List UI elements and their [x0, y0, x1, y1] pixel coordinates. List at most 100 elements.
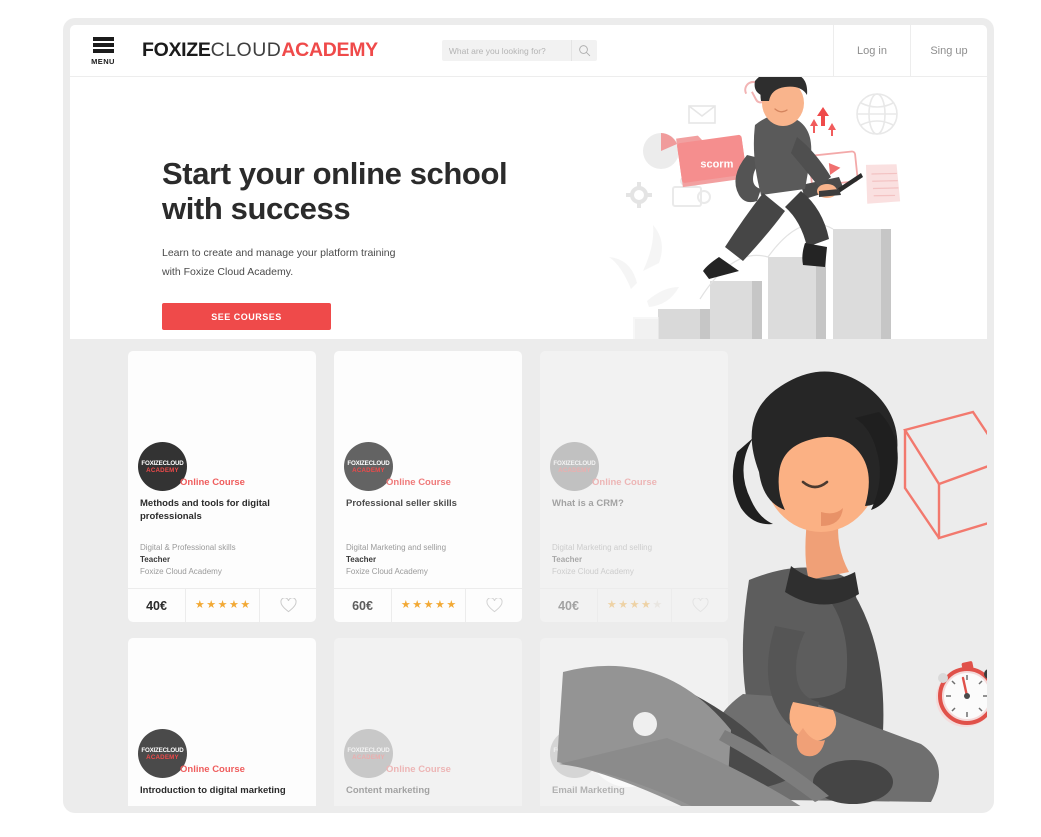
course-card[interactable]: FOXIZECLOUD ACADEMY Online Course Conten… [334, 638, 522, 806]
courses-section: FOXIZECLOUD ACADEMY Online Course Method… [70, 339, 987, 806]
course-card-body: FOXIZECLOUD ACADEMY Online Course Introd… [128, 638, 316, 806]
star-icon: ★ [606, 599, 617, 611]
course-grid: FOXIZECLOUD ACADEMY Online Course Method… [128, 351, 987, 806]
star-icon: ★ [629, 599, 640, 611]
hero-title-line1: Start your online school [162, 156, 508, 191]
star-icon: ★ [423, 599, 434, 611]
course-card[interactable]: FOXIZECLOUD ACADEMY Online Course Method… [128, 351, 316, 622]
course-rating[interactable]: ★ ★ ★ ★ ★ [185, 589, 260, 622]
favorite-button[interactable] [672, 589, 728, 622]
pie-chart-icon [643, 133, 679, 169]
course-title: Introduction to digital marketing [140, 785, 286, 796]
course-meta: Digital Marketing and selling Teacher Fo… [346, 542, 510, 578]
course-teacher-name: Foxize Cloud Academy [346, 567, 428, 576]
hero-subtitle: Learn to create and manage your platform… [162, 244, 582, 281]
see-courses-button[interactable]: SEE COURSES [162, 303, 331, 331]
course-badge-row: FOXIZECLOUD ACADEMY Online Course [344, 729, 451, 778]
course-badge-row: FOXIZECLOUD ACADEMY Online Course [550, 442, 657, 491]
signup-button[interactable]: Sing up [910, 25, 987, 76]
brand-badge-line1: FOXIZECLOUD [347, 459, 390, 467]
course-teacher-label: Teacher [140, 555, 171, 564]
favorite-button[interactable] [466, 589, 522, 622]
course-title: Methods and tools for digital profession… [140, 498, 270, 522]
course-category: Digital & Professional skills [140, 543, 236, 552]
course-badge-row: FOXIZECLOUD ACADEMY Online Course [138, 442, 245, 491]
course-rating[interactable]: ★ ★ ★ ★ ★ [391, 589, 466, 622]
star-icon: ★ [434, 599, 445, 611]
course-type-label: Online Course [386, 477, 451, 488]
header-spacer [597, 25, 833, 76]
course-teacher-label: Teacher [552, 555, 583, 564]
course-badge-row: FOXIZECLOUD ACADEMY Online Course [138, 729, 245, 778]
course-type-label: Online Course [386, 764, 451, 775]
course-card-body: FOXIZECLOUD ACADEMY Online Course What i… [540, 351, 728, 588]
search-area [441, 25, 597, 76]
browser-frame: MENU FOXIZECLOUDACADEMY Log in [63, 18, 994, 813]
course-badge-row: FOXIZECLOUD ACADEMY Online Course [344, 442, 451, 491]
brand-badge-line2: ACADEMY [558, 753, 591, 761]
star-icon: ★ [217, 599, 228, 611]
menu-button[interactable]: MENU [70, 25, 136, 76]
svg-text:scorm: scorm [700, 159, 733, 171]
site-logo[interactable]: FOXIZE CLOUD ACADEMY [142, 25, 378, 76]
course-teacher-name: Foxize Cloud Academy [140, 567, 222, 576]
brand-badge-line1: FOXIZECLOUD [553, 746, 596, 754]
logo-part-cloud: CLOUD [210, 39, 282, 61]
course-teacher-name: Foxize Cloud Academy [552, 567, 634, 576]
course-card-body: FOXIZECLOUD ACADEMY Online Course Conten… [334, 638, 522, 806]
menu-button-label: MENU [91, 56, 115, 66]
course-type-label: Online Course [180, 764, 245, 775]
search-button[interactable] [570, 40, 597, 61]
course-category: Digital Marketing and selling [346, 543, 447, 552]
course-title: Email Marketing [552, 785, 625, 796]
star-icon: ★ [446, 599, 457, 611]
course-price: 40€ [558, 598, 579, 613]
star-icon: ★ [652, 599, 663, 611]
star-icon: ★ [194, 599, 205, 611]
hero-text-block: Start your online school with success Le… [162, 156, 582, 331]
course-meta: Digital Marketing and selling Teacher Fo… [552, 542, 716, 578]
document-icon [865, 164, 901, 204]
heart-outline-icon [486, 598, 502, 613]
course-card[interactable]: FOXIZECLOUD ACADEMY Online Course Introd… [128, 638, 316, 806]
star-icon: ★ [412, 599, 423, 611]
heart-outline-icon [692, 598, 708, 613]
star-icon: ★ [618, 599, 629, 611]
bar-chart-steps [635, 229, 891, 339]
brand-badge-line1: FOXIZECLOUD [141, 746, 184, 754]
brand-badge-line2: ACADEMY [146, 466, 179, 474]
course-type-label: Online Course [592, 764, 657, 775]
search-box[interactable] [441, 40, 597, 61]
course-card-body: FOXIZECLOUD ACADEMY Online Course Method… [128, 351, 316, 588]
hero-subtitle-line1: Learn to create and manage your platform… [162, 247, 396, 260]
course-card-body: FOXIZECLOUD ACADEMY Online Course Email … [540, 638, 728, 806]
brand-badge-line2: ACADEMY [352, 466, 385, 474]
course-card-footer: 60€ ★ ★ ★ ★ ★ [334, 588, 522, 622]
star-icon: ★ [228, 599, 239, 611]
favorite-button[interactable] [260, 589, 316, 622]
globe-icon [856, 93, 898, 135]
course-card[interactable]: FOXIZECLOUD ACADEMY Online Course Email … [540, 638, 728, 806]
search-input[interactable] [441, 45, 571, 56]
gear-icon [626, 182, 652, 208]
brand-badge-line1: FOXIZECLOUD [347, 746, 390, 754]
login-button[interactable]: Log in [833, 25, 910, 76]
course-price: 40€ [146, 598, 167, 613]
star-icon: ★ [240, 599, 251, 611]
brand-badge-line2: ACADEMY [558, 466, 591, 474]
course-rating[interactable]: ★ ★ ★ ★ ★ [597, 589, 672, 622]
envelope-icon [688, 105, 716, 124]
logo-part-academy: ACADEMY [281, 39, 378, 61]
course-card[interactable]: FOXIZECLOUD ACADEMY Online Course What i… [540, 351, 728, 622]
growth-arrows-icon [810, 107, 836, 136]
course-card-footer: 40€ ★ ★ ★ ★ ★ [540, 588, 728, 622]
hero-section: Start your online school with success Le… [70, 77, 987, 339]
brand-badge-line2: ACADEMY [352, 753, 385, 761]
hero-title: Start your online school with success [162, 156, 582, 226]
hero-title-line2: with success [162, 190, 351, 226]
course-card-body: FOXIZECLOUD ACADEMY Online Course Profes… [334, 351, 522, 588]
search-icon [579, 45, 591, 57]
course-card[interactable]: FOXIZECLOUD ACADEMY Online Course Profes… [334, 351, 522, 622]
site-header: MENU FOXIZECLOUDACADEMY Log in [70, 25, 987, 77]
course-category: Digital Marketing and selling [552, 543, 653, 552]
